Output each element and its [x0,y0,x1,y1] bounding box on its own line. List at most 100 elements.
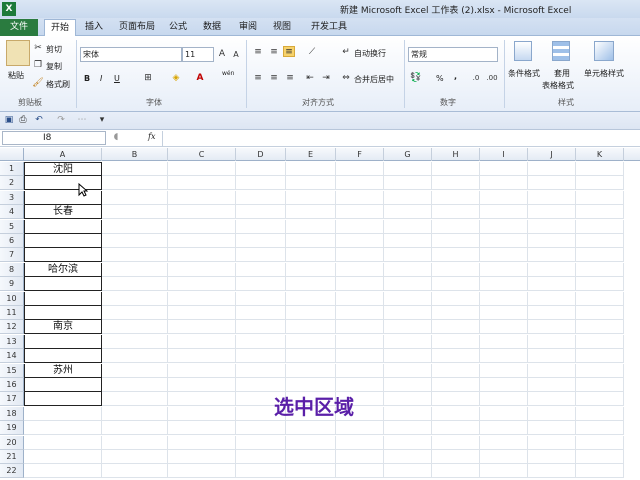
cell[interactable] [102,277,168,291]
cell[interactable] [286,205,336,219]
cell[interactable] [576,234,624,248]
row-header-22[interactable]: 22 [0,464,24,478]
cell[interactable] [576,335,624,349]
cell[interactable] [286,421,336,435]
row-header-4[interactable]: 4 [0,205,24,219]
cell[interactable] [102,234,168,248]
cell[interactable] [528,378,576,392]
wrap-text-button[interactable]: 自动换行 [354,48,386,59]
cell-a9[interactable] [24,277,102,291]
cell[interactable] [432,292,480,306]
cell[interactable] [480,191,528,205]
row-header-5[interactable]: 5 [0,220,24,234]
cell[interactable] [168,464,236,478]
cell[interactable] [384,234,432,248]
cell[interactable] [336,162,384,176]
row-header-10[interactable]: 10 [0,292,24,306]
align-middle-icon[interactable]: ≡ [268,47,280,58]
cell[interactable] [102,378,168,392]
fill-color-icon[interactable]: ◈ [170,73,182,84]
cell[interactable] [286,162,336,176]
cell[interactable] [576,306,624,320]
cell[interactable] [168,263,236,277]
align-left-icon[interactable]: ≡ [252,73,264,84]
tab-review[interactable]: 审阅 [236,19,260,36]
customize-icon[interactable]: ⋯ [76,115,88,126]
cut-button[interactable]: 剪切 [46,44,62,55]
cell[interactable] [480,392,528,406]
cell[interactable] [168,248,236,262]
cell[interactable] [528,277,576,291]
cell-a10[interactable] [24,292,102,306]
column-header-e[interactable]: E [286,148,336,161]
cell[interactable] [576,364,624,378]
row-header-9[interactable]: 9 [0,277,24,291]
cell[interactable] [102,421,168,435]
cell[interactable] [336,378,384,392]
font-color-icon[interactable]: A [194,73,206,84]
cell[interactable] [168,234,236,248]
cell[interactable] [336,421,384,435]
cell[interactable] [168,306,236,320]
cell[interactable] [286,436,336,450]
cell[interactable] [576,220,624,234]
row-header-13[interactable]: 13 [0,335,24,349]
cell[interactable] [528,205,576,219]
cell[interactable] [336,263,384,277]
cell[interactable] [102,220,168,234]
cell[interactable] [480,306,528,320]
cell[interactable] [236,234,286,248]
name-box[interactable]: I8 [2,131,106,145]
cell-a12[interactable]: 南京 [24,320,102,334]
grow-font-icon[interactable]: A [216,49,228,60]
cell[interactable] [336,292,384,306]
save-icon[interactable]: ▣ [3,115,15,126]
table-format-icon[interactable] [552,41,570,61]
column-header-d[interactable]: D [236,148,286,161]
cell[interactable] [576,277,624,291]
table-format-button-line1[interactable]: 套用 [554,68,570,79]
cell[interactable] [168,320,236,334]
cell[interactable] [286,450,336,464]
cell[interactable] [236,378,286,392]
row-header-19[interactable]: 19 [0,421,24,435]
column-header-c[interactable]: C [168,148,236,161]
cell[interactable] [336,248,384,262]
cell-a16[interactable] [24,378,102,392]
cell[interactable] [236,421,286,435]
cell-a5[interactable] [24,220,102,234]
cell[interactable] [168,392,236,406]
cell[interactable] [168,220,236,234]
cell[interactable] [480,277,528,291]
cell[interactable] [528,248,576,262]
cell[interactable] [384,205,432,219]
cell[interactable] [576,292,624,306]
cell[interactable] [528,436,576,450]
cell[interactable] [432,450,480,464]
cell[interactable] [384,306,432,320]
number-format-select[interactable]: 常规 [408,47,498,62]
cell[interactable] [336,220,384,234]
cell-a7[interactable] [24,248,102,262]
cell[interactable] [286,292,336,306]
row-header-15[interactable]: 15 [0,364,24,378]
cell[interactable] [576,248,624,262]
cell[interactable] [102,450,168,464]
cell[interactable] [286,378,336,392]
underline-button[interactable]: U [114,74,120,83]
cell[interactable] [384,464,432,478]
column-header-g[interactable]: G [384,148,432,161]
cell[interactable] [168,191,236,205]
cell[interactable] [102,248,168,262]
cell[interactable] [168,349,236,363]
row-header-12[interactable]: 12 [0,320,24,334]
cell[interactable] [384,407,432,421]
cell[interactable] [384,292,432,306]
column-header-k[interactable]: K [576,148,624,161]
align-right-icon[interactable]: ≡ [284,73,296,84]
cell[interactable] [236,450,286,464]
table-format-button-line2[interactable]: 表格格式 [542,80,574,91]
row-header-3[interactable]: 3 [0,191,24,205]
redo-icon[interactable]: ↷ [55,115,67,126]
cell[interactable] [528,421,576,435]
